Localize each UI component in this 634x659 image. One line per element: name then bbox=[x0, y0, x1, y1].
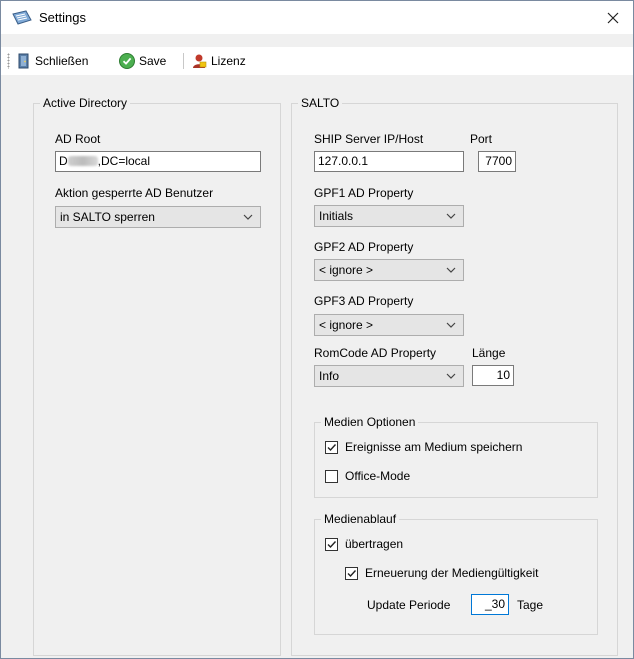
redacted-text bbox=[67, 156, 98, 166]
gpf3-label: GPF3 AD Property bbox=[314, 294, 414, 308]
license-button[interactable]: Lizenz bbox=[191, 51, 246, 71]
gpf3-select[interactable]: < ignore > bbox=[314, 314, 464, 336]
media-options-group-title: Medien Optionen bbox=[321, 415, 419, 429]
toolbar-separator bbox=[183, 53, 184, 69]
days-label: Tage bbox=[517, 598, 544, 612]
close-button-label: Schließen bbox=[35, 54, 89, 68]
active-directory-group: Active Directory AD Root D ,DC=local Akti… bbox=[33, 96, 281, 656]
chevron-down-icon bbox=[243, 214, 253, 220]
toolbar: Schließen Save Lizenz bbox=[1, 47, 633, 75]
title-bar: Settings bbox=[1, 1, 633, 34]
port-label: Port bbox=[470, 132, 493, 146]
settings-app-icon bbox=[12, 10, 32, 25]
chevron-down-icon bbox=[446, 322, 456, 328]
checkmark-icon bbox=[119, 53, 135, 69]
close-window-button[interactable] bbox=[593, 1, 633, 34]
close-icon bbox=[607, 12, 619, 23]
active-directory-group-title: Active Directory bbox=[40, 96, 131, 110]
salto-group: SALTO SHIP Server IP/Host 127.0.0.1 Port… bbox=[291, 96, 618, 656]
checkmark-icon bbox=[327, 541, 337, 549]
salto-group-title: SALTO bbox=[298, 96, 343, 110]
ad-root-input[interactable]: D ,DC=local bbox=[55, 151, 261, 172]
store-events-label: Ereignisse am Medium speichern bbox=[345, 440, 523, 454]
length-input[interactable]: 10 bbox=[472, 365, 514, 386]
ad-root-label: AD Root bbox=[55, 132, 101, 146]
window-title: Settings bbox=[39, 10, 86, 25]
ship-server-label: SHIP Server IP/Host bbox=[314, 132, 424, 146]
close-button[interactable]: Schließen bbox=[15, 51, 88, 71]
save-button[interactable]: Save bbox=[119, 51, 166, 71]
ad-action-label: Aktion gesperrte AD Benutzer bbox=[55, 186, 214, 200]
media-expiry-group: Medienablauf übertragen Erneuerung der M… bbox=[314, 512, 598, 635]
checkmark-icon bbox=[347, 570, 357, 578]
save-button-label: Save bbox=[139, 54, 167, 68]
office-mode-label: Office-Mode bbox=[345, 469, 411, 483]
gpf1-label: GPF1 AD Property bbox=[314, 186, 414, 200]
gpf1-select[interactable]: Initials bbox=[314, 205, 464, 227]
chevron-down-icon bbox=[446, 213, 456, 219]
ship-server-input[interactable]: 127.0.0.1 bbox=[314, 151, 464, 172]
renewal-checkbox[interactable] bbox=[345, 567, 358, 580]
office-mode-checkbox[interactable] bbox=[325, 470, 338, 483]
toolbar-grip[interactable] bbox=[7, 53, 10, 69]
store-events-checkbox[interactable] bbox=[325, 441, 338, 454]
gpf2-label: GPF2 AD Property bbox=[314, 240, 414, 254]
settings-window: Settings Schließen Save Lizenz Active Di… bbox=[0, 0, 634, 659]
media-expiry-group-title: Medienablauf bbox=[321, 512, 400, 526]
update-period-input[interactable]: _30 bbox=[471, 594, 509, 615]
license-user-icon bbox=[193, 54, 207, 68]
media-options-group: Medien Optionen Ereignisse am Medium spe… bbox=[314, 415, 598, 498]
renewal-label: Erneuerung der Mediengültigkeit bbox=[365, 566, 539, 580]
romcode-label: RomCode AD Property bbox=[314, 346, 437, 360]
transfer-label: übertragen bbox=[345, 537, 404, 551]
chevron-down-icon bbox=[446, 267, 456, 273]
update-period-label: Update Periode bbox=[367, 598, 451, 612]
gpf2-select[interactable]: < ignore > bbox=[314, 259, 464, 281]
transfer-checkbox[interactable] bbox=[325, 538, 338, 551]
port-input[interactable]: 7700 bbox=[478, 151, 516, 172]
ad-action-select[interactable]: in SALTO sperren bbox=[55, 206, 261, 228]
length-label: Länge bbox=[472, 346, 506, 360]
chevron-down-icon bbox=[446, 373, 456, 379]
exit-door-icon bbox=[18, 53, 29, 69]
license-button-label: Lizenz bbox=[211, 54, 246, 68]
checkmark-icon bbox=[327, 444, 337, 452]
romcode-select[interactable]: Info bbox=[314, 365, 464, 387]
